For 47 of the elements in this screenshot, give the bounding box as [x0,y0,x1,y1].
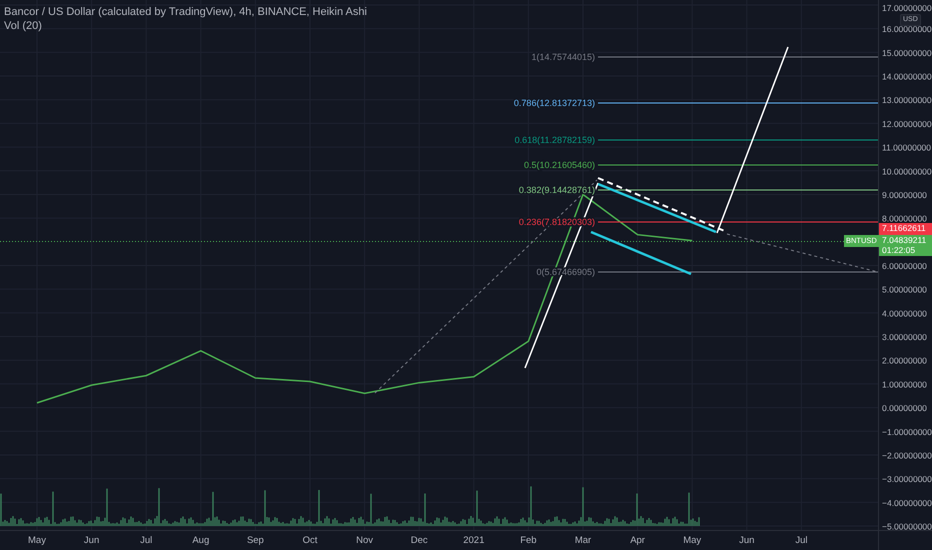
fib-level-label: 1(14.75744015) [531,52,595,62]
current-price-label: 7.04839211 [882,236,926,246]
time-axis-label: Oct [302,535,318,546]
fib-level-label: 0.382(9.14428761) [518,185,595,195]
time-axis-label: Nov [356,535,374,546]
price-axis-label: 8.00000000 [882,214,927,224]
price-axis-label: 1.00000000 [882,379,927,390]
time-axis-label: Apr [630,535,645,546]
indicator-label: Vol (20) [4,19,42,33]
price-axis-label: 9.00000000 [882,190,927,200]
countdown-label: 01:22:05 [882,246,916,255]
price-axis-label: −5.00000000 [882,522,932,532]
price-axis-label: 5.00000000 [882,284,927,295]
time-axis-label: 2021 [463,535,484,546]
time-axis-label: Feb [520,535,537,546]
price-axis-label: 15.00000000 [882,48,932,58]
time-axis-label: Jul [795,535,808,546]
price-axis-label: 14.00000000 [882,72,932,82]
price-axis-label: −4.00000000 [882,498,932,508]
time-axis-label: Mar [574,535,592,546]
price-axis-label: −2.00000000 [882,450,932,460]
fib-level-label: 0.786(12.81372713) [514,98,595,108]
fib-level-label: 0.5(10.21605460) [524,160,595,170]
price-axis-label: 2.00000000 [882,356,927,366]
price-axis-label: 3.00000000 [882,332,927,342]
chart-title: Bancor / US Dollar (calculated by TradingView), 4h, BINANCE, Heikin Ashi [4,5,367,19]
price-axis-label: 12.00000000 [882,118,932,129]
price-axis-label: 16.00000000 [882,24,932,34]
price-axis-label: 17.00000000 [882,3,932,13]
price-axis-label: 4.00000000 [882,308,927,318]
price-axis-label: 0.00000000 [882,403,927,414]
price-axis-label: 10.00000000 [882,166,932,176]
price-axis-label: 6.00000000 [882,261,927,271]
price-axis-label: −3.00000000 [882,474,932,484]
price-axis-label: 13.00000000 [882,95,932,106]
time-axis-label: May [683,535,702,546]
time-axis-label: May [28,535,46,546]
fib-level-label: 0.618(11.28782159) [514,135,595,145]
price-axis-label: −1.00000000 [882,426,932,437]
time-axis-label: Sep [246,535,264,546]
time-axis-label: Jun [84,535,100,546]
time-axis-label: Jul [140,535,152,546]
time-axis-label: Jun [739,535,754,546]
last-price-tag: 7.11662611 [879,223,932,234]
time-axis-label: Aug [192,535,210,546]
price-axis-label: 11.00000000 [882,142,932,153]
time-axis-label: Dec [410,535,428,546]
